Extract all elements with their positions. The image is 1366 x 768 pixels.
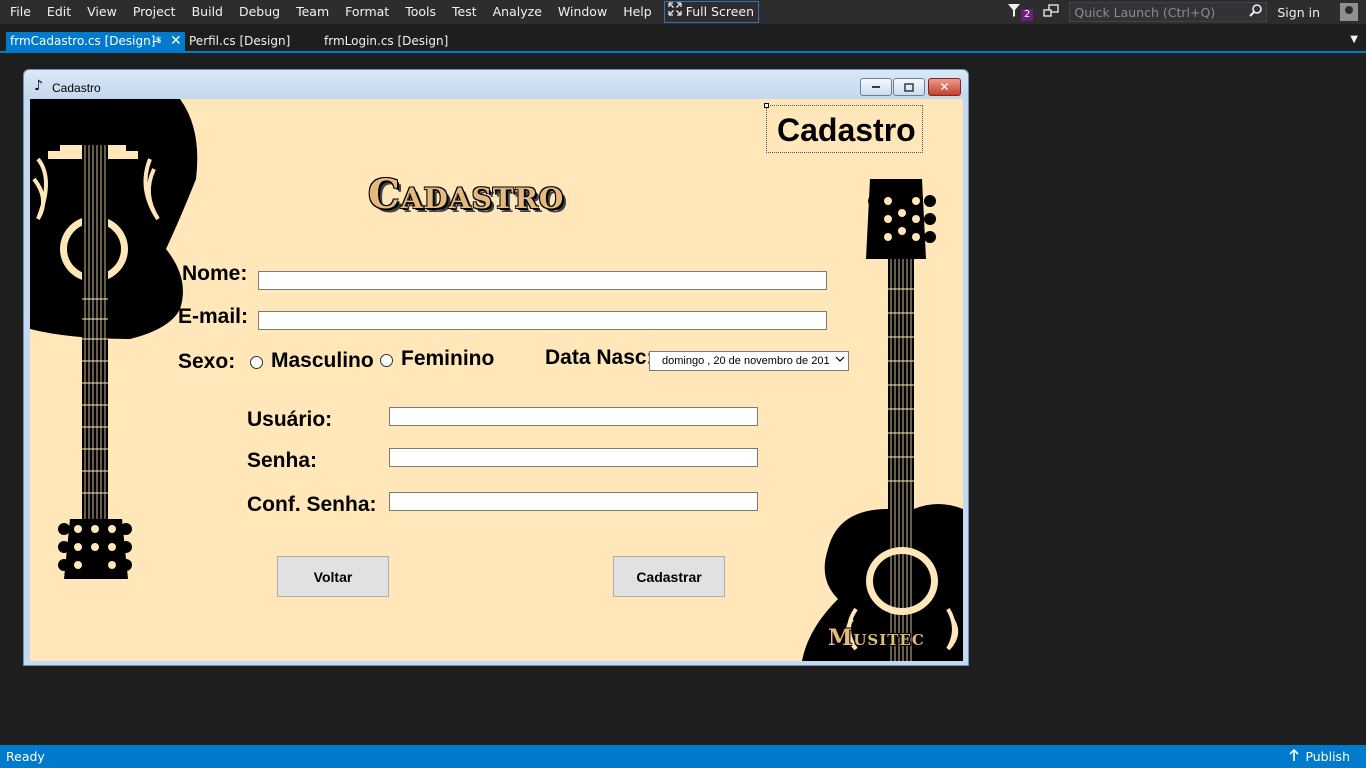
status-text: Ready: [6, 749, 45, 764]
form-cadastro-window[interactable]: ♪ Cadastro ✕ Cadastro Cadastro Nome: E-m…: [23, 69, 969, 666]
usuario-input[interactable]: [389, 407, 758, 426]
menu-file[interactable]: File: [0, 1, 39, 23]
menu-analyze[interactable]: Analyze: [485, 1, 550, 23]
quick-launch-placeholder: Quick Launch (Ctrl+Q): [1074, 4, 1216, 20]
email-input[interactable]: [258, 311, 827, 330]
title-bar-tools: 2 Quick Launch (Ctrl+Q) Sign in: [1007, 0, 1366, 24]
senha-input[interactable]: [389, 448, 758, 467]
menu-view[interactable]: View: [79, 1, 125, 23]
tab-frmlogin-design[interactable]: frmLogin.cs [Design]: [324, 32, 448, 51]
selection-handle[interactable]: [764, 103, 769, 108]
feedback-icon[interactable]: [1043, 3, 1060, 21]
menu-bar: File Edit View Project Build Debug Team …: [0, 0, 1366, 24]
page-title: Cadastro: [777, 112, 916, 148]
menu-tools[interactable]: Tools: [397, 1, 444, 23]
full-screen-label: Full Screen: [685, 4, 755, 19]
menu-edit[interactable]: Edit: [39, 1, 79, 23]
tab-frmcadastro-design[interactable]: frmCadastro.cs [Design]* ⊸ ✕: [6, 32, 185, 51]
sexo-label: Sexo:: [178, 350, 236, 373]
publish-button[interactable]: Publish: [1289, 748, 1350, 764]
usuario-label: Usuário:: [247, 408, 333, 431]
publish-label: Publish: [1305, 749, 1350, 764]
nome-label: Nome:: [182, 262, 248, 285]
date-value: domingo , 20 de novembro de 2016: [662, 355, 830, 367]
email-label: E-mail:: [178, 305, 249, 328]
nome-input[interactable]: [258, 271, 827, 290]
pin-icon[interactable]: ⊸: [152, 32, 161, 51]
tab-label: Perfil.cs [Design]: [189, 34, 291, 48]
senha-label: Senha:: [247, 449, 318, 472]
cadastrar-button[interactable]: Cadastrar: [613, 556, 725, 597]
status-bar: Ready Publish: [0, 745, 1366, 768]
menu-team[interactable]: Team: [288, 1, 337, 23]
notification-count-badge: 2: [1020, 9, 1034, 21]
form-window-title: Cadastro: [52, 81, 101, 95]
cadastro-logo: Cadastro: [368, 171, 565, 218]
title-label-selected[interactable]: Cadastro: [764, 103, 923, 153]
chevron-down-icon[interactable]: [835, 354, 845, 366]
account-icon[interactable]: [1340, 3, 1358, 21]
menu-project[interactable]: Project: [125, 1, 184, 23]
filter-icon: [1007, 4, 1020, 20]
notifications-button[interactable]: 2: [1007, 3, 1034, 21]
full-screen-button[interactable]: Full Screen: [663, 1, 760, 23]
tab-label: frmLogin.cs [Design]: [324, 34, 449, 48]
conf-senha-label: Conf. Senha:: [247, 493, 377, 516]
expand-icon: [668, 1, 682, 23]
search-icon: [1249, 4, 1263, 20]
data-nasc-date-picker[interactable]: domingo , 20 de novembro de 2016: [649, 351, 849, 371]
voltar-button[interactable]: Voltar: [277, 556, 389, 597]
document-tab-strip: frmCadastro.cs [Design]* ⊸ ✕ Perfil.cs […: [0, 32, 1366, 53]
musitec-logo: Musitec: [828, 625, 925, 651]
minimize-button[interactable]: [860, 78, 892, 96]
arrow-up-icon: [1289, 748, 1300, 764]
window-close-button[interactable]: ✕: [928, 78, 961, 96]
menu-test[interactable]: Test: [444, 1, 485, 23]
menu-window[interactable]: Window: [550, 1, 615, 23]
conf-senha-input[interactable]: [389, 492, 758, 511]
tab-overflow-dropdown-icon[interactable]: ▼: [1350, 34, 1358, 45]
masculino-radio[interactable]: [250, 356, 263, 369]
maximize-button[interactable]: [893, 78, 925, 96]
data-nasc-label: Data Nasc:: [545, 346, 654, 369]
sign-in-link[interactable]: Sign in: [1277, 5, 1320, 20]
tab-perfil-design[interactable]: Perfil.cs [Design]: [189, 32, 290, 51]
form-client-area: Cadastro Cadastro Nome: E-mail: Sexo: Ma…: [30, 99, 963, 661]
masculino-label[interactable]: Masculino: [271, 349, 374, 373]
music-note-icon: ♪: [34, 78, 43, 94]
menu-format[interactable]: Format: [337, 1, 397, 23]
guitar-right-image: [802, 179, 963, 661]
feminino-label[interactable]: Feminino: [401, 347, 494, 371]
guitar-left-image: [30, 99, 198, 579]
tab-label: frmCadastro.cs [Design]*: [10, 34, 162, 48]
feminino-radio[interactable]: [380, 354, 393, 367]
form-title-bar: ♪ Cadastro ✕: [24, 70, 968, 100]
close-icon[interactable]: ✕: [170, 32, 182, 51]
quick-launch-input[interactable]: Quick Launch (Ctrl+Q): [1069, 2, 1268, 22]
menu-build[interactable]: Build: [184, 1, 231, 23]
menu-help[interactable]: Help: [615, 1, 660, 23]
menu-debug[interactable]: Debug: [231, 1, 288, 23]
